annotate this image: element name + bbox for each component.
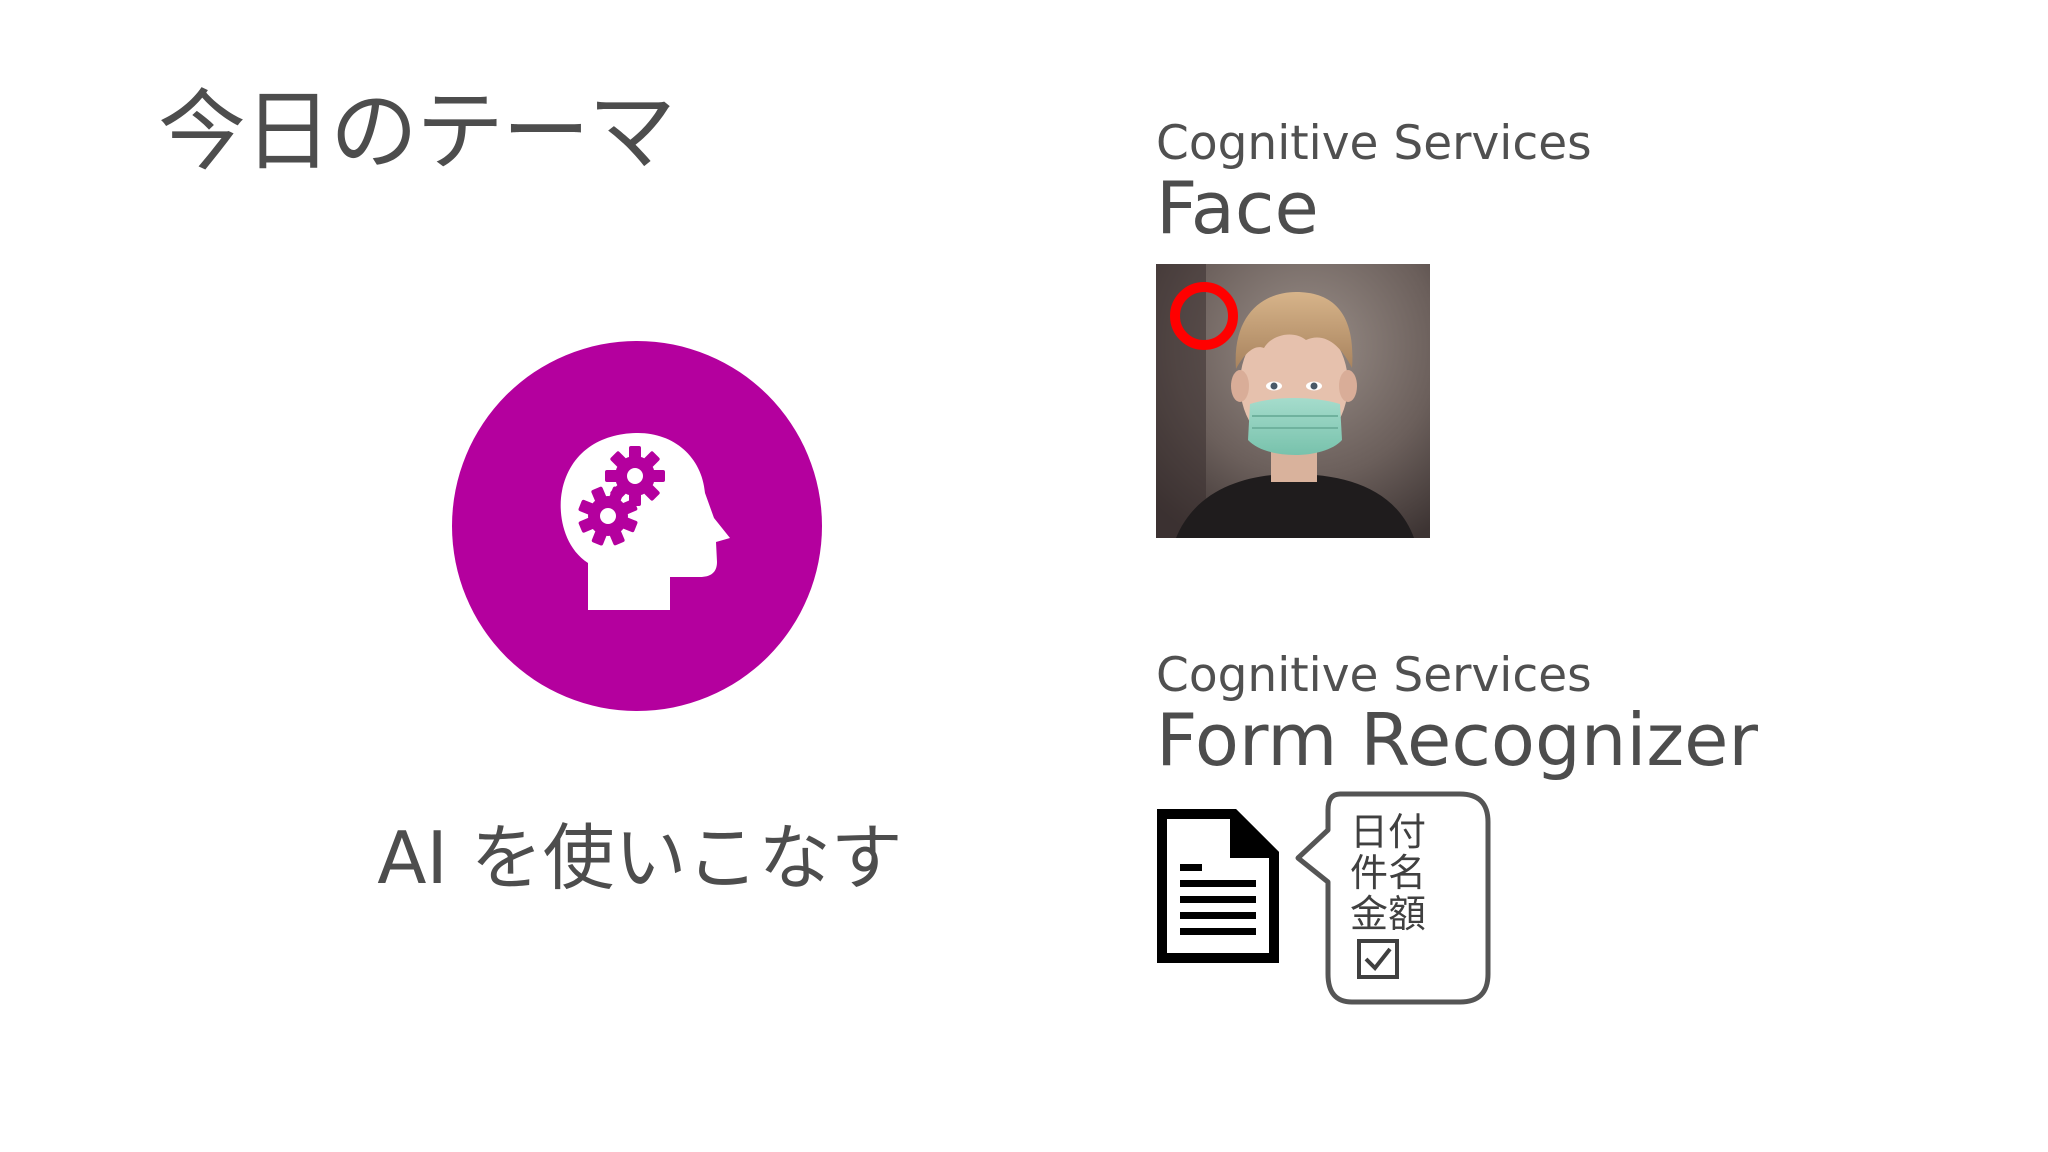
field-label-subject: 件名 (1350, 851, 1427, 895)
form-section-title: Form Recognizer (1156, 698, 1759, 782)
checked-box-icon (1357, 939, 1399, 979)
document-icon (1157, 809, 1279, 963)
form-section-kicker: Cognitive Services (1156, 648, 1592, 703)
field-label-date: 日付 (1350, 810, 1427, 854)
hero-circle (452, 341, 822, 711)
head-with-gears-icon (560, 433, 730, 610)
field-label-amount: 金額 (1350, 892, 1427, 936)
tagline: AI を使いこなす (377, 816, 903, 900)
slide-title: 今日のテーマ (158, 80, 676, 183)
face-section-title: Face (1156, 166, 1319, 250)
face-photo (1156, 264, 1430, 538)
face-section-kicker: Cognitive Services (1156, 116, 1592, 171)
extracted-fields: 日付 件名 金額 (1350, 812, 1426, 935)
